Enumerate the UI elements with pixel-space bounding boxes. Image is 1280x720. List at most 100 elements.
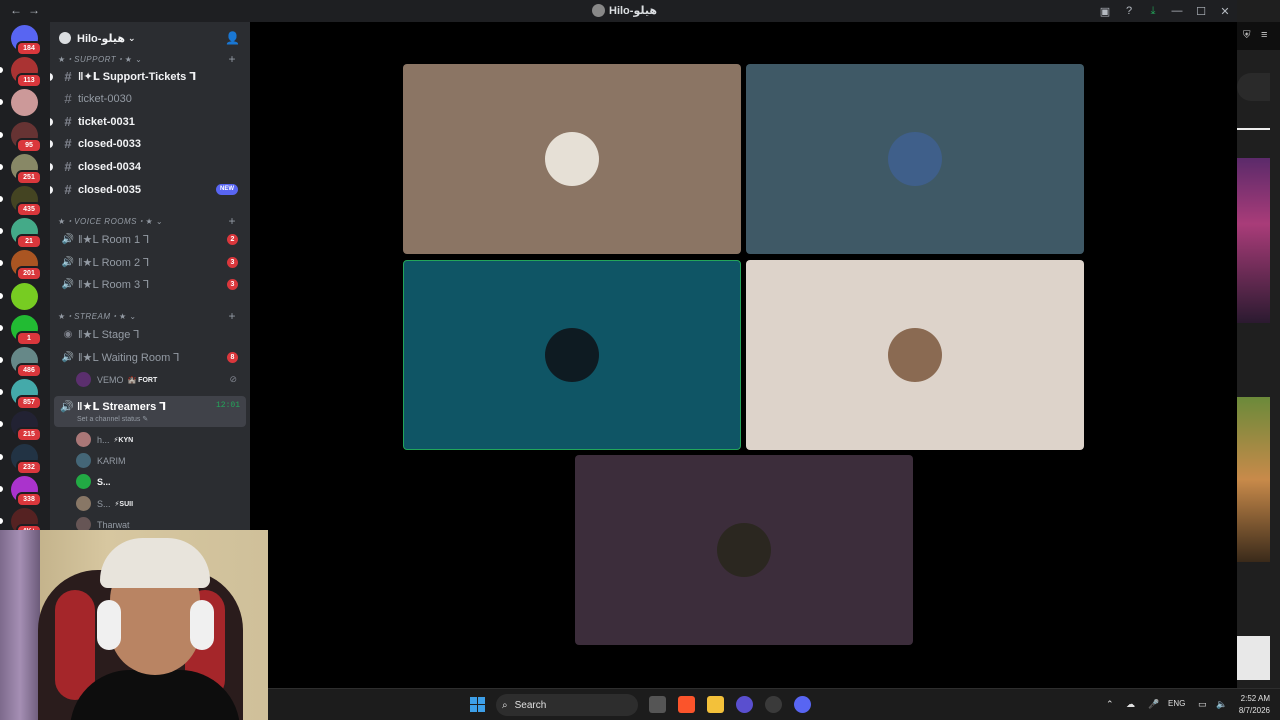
category-voice-rooms[interactable]: ★・VOICE ROOMS・★ ⌄ +: [58, 214, 240, 228]
unread-indicator: [0, 67, 3, 74]
new-badge: NEW: [216, 184, 238, 195]
voice-user[interactable]: S...: [76, 471, 241, 492]
unread-indicator: [0, 292, 3, 299]
category-stream[interactable]: ★・STREAM・★ ⌄ +: [58, 309, 240, 323]
speaker-icon: 🔊: [60, 401, 74, 413]
user-tag: ⚡KYN: [113, 436, 134, 444]
maximize-icon[interactable]: ☐: [1189, 5, 1213, 18]
server-icon[interactable]: [11, 89, 38, 117]
headphones-icon: [97, 600, 121, 650]
channel-name: closed-0034: [78, 160, 141, 173]
app-icon[interactable]: [765, 696, 782, 713]
voice-user-name: S...: [97, 498, 111, 509]
participant-tile[interactable]: [403, 64, 741, 254]
brave-browser-icon[interactable]: [678, 696, 695, 713]
taskbar-search[interactable]: ⌕ Search: [496, 694, 638, 716]
text-channel[interactable]: # closed-0034: [50, 156, 246, 177]
server-badge-icon: [59, 32, 71, 44]
channel-waiting-room[interactable]: 🔊 ‖★Ⅼ Waiting Room ⅂ 8: [54, 347, 246, 368]
server-name: Hilo-هيلو: [77, 32, 125, 45]
text-channel[interactable]: # ‖✦Ⅼ Support-Tickets ⅂: [50, 66, 246, 87]
channel-status[interactable]: Set a channel status ✎: [77, 415, 148, 423]
add-channel-icon[interactable]: +: [228, 214, 236, 228]
discord-icon[interactable]: [794, 696, 811, 713]
clock[interactable]: 2:52 AM 8/7/2026: [1239, 693, 1270, 717]
network-icon[interactable]: ▭: [1198, 699, 1207, 710]
unread-indicator: [0, 357, 3, 363]
voice-user[interactable]: S... ⚡SUII: [76, 493, 241, 514]
participant-tile[interactable]: [746, 260, 1084, 450]
server-header[interactable]: Hilo-هيلو ⌄ 👤: [50, 22, 250, 54]
server-icon[interactable]: [11, 282, 38, 310]
hash-icon: #: [64, 136, 72, 151]
category-label: ★・SUPPORT・★: [58, 55, 133, 64]
unread-indicator: [50, 117, 53, 126]
channel-name: ‖★Ⅼ Room 3 ⅂: [78, 279, 150, 291]
webcam-overlay: [0, 530, 268, 720]
text-channel[interactable]: # ticket-0030: [54, 88, 246, 109]
user-count-badge: 3: [227, 279, 238, 290]
voice-user[interactable]: VEMO 🏰 FORT ⊘: [76, 369, 241, 390]
thumbnail-avatar: [1237, 73, 1270, 101]
close-icon[interactable]: ✕: [1213, 5, 1237, 18]
unread-indicator: [50, 72, 53, 81]
chevron-down-icon: ⌄: [127, 32, 136, 43]
text-channel[interactable]: # ticket-0031: [50, 111, 246, 132]
speaker-icon: 🔊: [61, 352, 75, 363]
unread-indicator: [0, 485, 3, 492]
task-view-icon[interactable]: [649, 696, 666, 713]
help-icon[interactable]: ?: [1117, 5, 1141, 17]
mention-badge: 232: [16, 459, 42, 475]
input-language[interactable]: ENG: [1168, 699, 1185, 708]
volume-icon[interactable]: 🔈: [1216, 699, 1227, 710]
text-channel[interactable]: # closed-0035 NEW: [50, 179, 246, 200]
video-stage: [250, 22, 1237, 688]
avatar: [888, 328, 942, 382]
nav-arrows[interactable]: ←→: [10, 3, 46, 17]
category-support[interactable]: ★・SUPPORT・★ ⌄ +: [58, 52, 240, 66]
add-channel-icon[interactable]: +: [228, 309, 236, 323]
participant-tile[interactable]: [403, 260, 741, 450]
chevron-up-icon[interactable]: ⌃: [1106, 699, 1114, 710]
mention-badge: 21: [16, 234, 42, 250]
app-icon[interactable]: [736, 696, 753, 713]
channel-stage[interactable]: ◉ ‖★Ⅼ Stage ⅂: [54, 324, 246, 345]
channel-sidebar: Hilo-هيلو ⌄ 👤 ★・SUPPORT・★ ⌄ + # ‖✦Ⅼ Suppo…: [50, 22, 250, 532]
avatar: [545, 132, 599, 186]
clock-date: 8/7/2026: [1238, 706, 1270, 715]
participant-tile[interactable]: [746, 64, 1084, 254]
text-channel[interactable]: # closed-0033: [50, 133, 246, 154]
voice-channel[interactable]: 🔊 ‖★Ⅼ Room 3 ⅂ 3: [54, 274, 246, 295]
inbox-icon[interactable]: ▣: [1093, 5, 1117, 18]
unread-indicator: [0, 99, 3, 106]
voice-user[interactable]: h... ⚡KYN: [76, 429, 241, 450]
onedrive-icon[interactable]: ☁: [1126, 699, 1135, 710]
menu-icon: ≡: [1261, 29, 1268, 41]
voice-user[interactable]: KARIM: [76, 450, 241, 471]
add-channel-icon[interactable]: +: [228, 52, 236, 66]
avatar: [717, 523, 771, 577]
avatar: [76, 453, 91, 468]
back-arrow-icon[interactable]: ←: [10, 3, 28, 17]
file-explorer-icon[interactable]: [707, 696, 724, 713]
voice-user-name: S...: [97, 476, 111, 487]
video-thumbnail: [1237, 158, 1270, 323]
hash-icon: #: [64, 69, 72, 84]
voice-channel[interactable]: 🔊 ‖★Ⅼ Room 2 ⅂ 3: [54, 252, 246, 273]
voice-channel[interactable]: 🔊 ‖★Ⅼ Room 1 ⅂ 2: [54, 229, 246, 250]
invite-people-icon[interactable]: 👤: [225, 31, 240, 45]
hash-icon: #: [64, 182, 72, 197]
forward-arrow-icon[interactable]: →: [28, 3, 46, 17]
channel-streamers[interactable]: 🔊 ‖★Ⅼ Streamers ⅂ Set a channel status ✎…: [54, 396, 246, 427]
minimize-icon[interactable]: —: [1165, 5, 1189, 17]
category-label: ★・VOICE ROOMS・★: [58, 217, 154, 226]
webcam-chair-accent: [55, 590, 95, 700]
download-icon[interactable]: ⤓: [1141, 5, 1165, 18]
mic-icon[interactable]: 🎤: [1148, 699, 1159, 710]
user-count-badge: 2: [227, 234, 238, 245]
participant-tile[interactable]: [575, 455, 913, 645]
mention-badge: 201: [16, 266, 42, 282]
user-tag: 🏰 FORT: [127, 376, 158, 384]
unread-indicator: [0, 324, 3, 331]
windows-start-icon[interactable]: [470, 697, 485, 712]
